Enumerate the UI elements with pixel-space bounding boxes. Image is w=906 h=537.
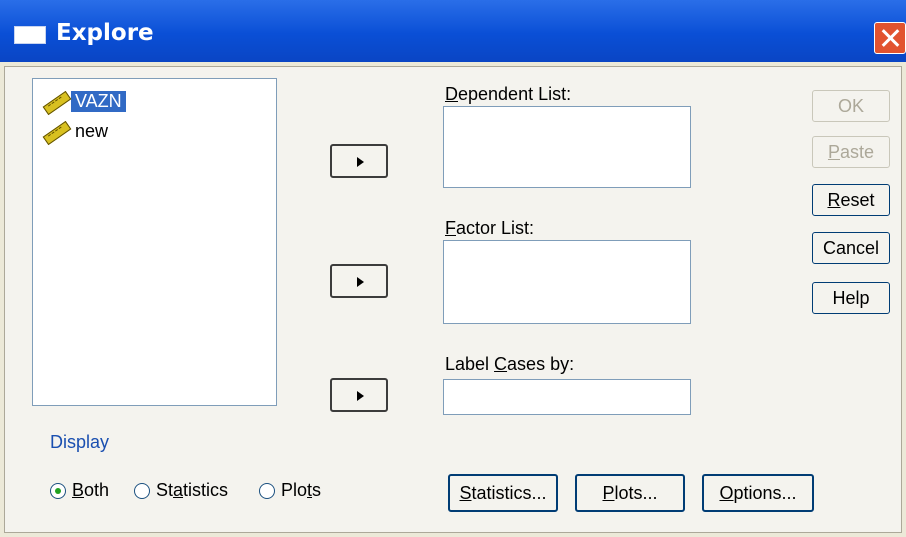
close-icon[interactable] [874, 22, 906, 54]
label-cases-field[interactable] [443, 379, 691, 415]
variable-item-vazn[interactable]: VAZN [41, 87, 126, 116]
display-group-label: Display [50, 432, 110, 452]
display-statistics-radio[interactable]: Statistics [134, 480, 228, 501]
move-to-factor-button[interactable] [330, 264, 388, 298]
options-button[interactable]: Options... [702, 474, 814, 512]
factor-list-label: Factor List: [445, 218, 535, 238]
move-to-dependent-button[interactable] [330, 144, 388, 178]
factor-list[interactable] [443, 240, 691, 324]
window-icon [14, 26, 46, 44]
source-variable-list[interactable]: VAZN new [32, 78, 277, 406]
scale-variable-icon [41, 89, 72, 116]
dependent-list-label: Dependent List: [445, 84, 572, 104]
dependent-list[interactable] [443, 106, 691, 188]
window-title: Explore [56, 20, 154, 46]
plots-button[interactable]: Plots... [575, 474, 685, 512]
scale-variable-icon [41, 119, 72, 146]
title-bar[interactable]: Explore [0, 0, 906, 62]
radio-label: Statistics [156, 480, 229, 500]
help-button[interactable]: Help [812, 282, 890, 314]
ok-button[interactable]: OK [812, 90, 890, 122]
radio-label: Both [72, 480, 110, 500]
reset-button[interactable]: Reset [812, 184, 890, 216]
label-cases-label: Label Cases by: [445, 354, 575, 374]
move-to-label-cases-button[interactable] [330, 378, 388, 412]
display-both-radio[interactable]: Both [50, 480, 109, 501]
paste-button[interactable]: Paste [812, 136, 890, 168]
radio-unselected-icon [259, 482, 275, 499]
cancel-button[interactable]: Cancel [812, 232, 890, 264]
display-plots-radio[interactable]: Plots [259, 480, 321, 501]
variable-label: VAZN [71, 90, 126, 112]
radio-label: Plots [281, 480, 322, 500]
variable-label: new [75, 120, 109, 141]
radio-unselected-icon [134, 482, 150, 499]
radio-selected-icon [50, 482, 66, 499]
statistics-button[interactable]: Statistics... [448, 474, 558, 512]
variable-item-new[interactable]: new [41, 117, 112, 146]
